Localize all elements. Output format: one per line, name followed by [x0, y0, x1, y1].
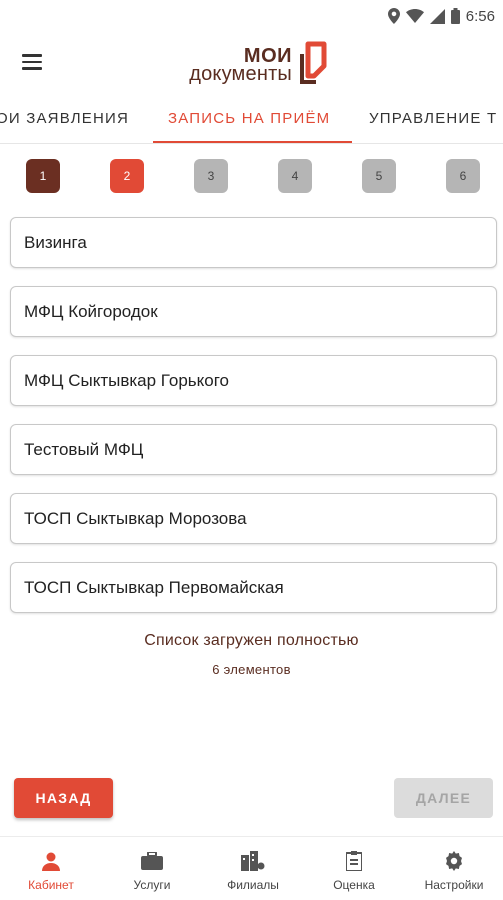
list-item[interactable]: Тестовый МФЦ — [10, 424, 497, 475]
nav-label: Кабинет — [28, 878, 74, 892]
tab-bar: ОИ ЗАЯВЛЕНИЯ ЗАПИСЬ НА ПРИЁМ УПРАВЛЕНИЕ … — [0, 94, 503, 144]
wifi-icon — [405, 9, 424, 23]
app-logo: МОИ документы — [172, 38, 342, 88]
list-status: Список загружен полностью 6 элементов — [0, 632, 503, 677]
step-5[interactable]: 5 — [362, 159, 396, 193]
buildings-icon — [241, 850, 265, 872]
list-item[interactable]: ТОСП Сыктывкар Первомайская — [10, 562, 497, 613]
logo-line2: документы — [189, 63, 292, 85]
step-3[interactable]: 3 — [194, 159, 228, 193]
list-loaded-text: Список загружен полностью — [144, 632, 359, 649]
status-bar: 6:56 — [0, 0, 503, 32]
next-button[interactable]: ДАЛЕЕ — [394, 778, 493, 818]
gear-icon — [444, 850, 464, 872]
nav-label: Настройки — [424, 878, 484, 892]
back-button[interactable]: НАЗАД — [14, 778, 113, 818]
status-time: 6:56 — [465, 7, 495, 25]
person-icon — [41, 850, 61, 872]
step-4[interactable]: 4 — [278, 159, 312, 193]
list-item[interactable]: МФЦ Койгородок — [10, 286, 497, 337]
battery-icon — [450, 8, 460, 24]
hamburger-menu-icon[interactable] — [12, 44, 52, 80]
nav-item-rating[interactable]: Оценка — [304, 837, 404, 900]
nav-item-cabinet[interactable]: Кабинет — [1, 837, 101, 900]
signal-icon — [429, 8, 445, 24]
nav-item-branches[interactable]: Филиалы — [203, 837, 303, 900]
office-list: Визинга МФЦ Койгородок МФЦ Сыктывкар Гор… — [10, 217, 497, 631]
nav-item-settings[interactable]: Настройки — [404, 837, 503, 900]
nav-label: Филиалы — [227, 878, 279, 892]
bottom-navigation: Кабинет Услуги Филиалы Оценка Настройки — [0, 836, 503, 900]
nav-item-services[interactable]: Услуги — [102, 837, 202, 900]
clipboard-icon — [346, 850, 362, 872]
nav-label: Услуги — [133, 878, 171, 892]
list-item[interactable]: ТОСП Сыктывкар Морозова — [10, 493, 497, 544]
step-1[interactable]: 1 — [26, 159, 60, 193]
step-6[interactable]: 6 — [446, 159, 480, 193]
tab-management[interactable]: УПРАВЛЕНИЕ Т — [369, 94, 497, 143]
list-count-text: 6 элементов — [212, 662, 291, 677]
step-indicator: 1 2 3 4 5 6 — [0, 159, 503, 197]
briefcase-icon — [141, 850, 163, 872]
app-bar: МОИ документы — [0, 32, 503, 94]
tab-my-applications[interactable]: ОИ ЗАЯВЛЕНИЯ — [0, 94, 129, 143]
logo-mark-icon — [300, 41, 327, 84]
step-2[interactable]: 2 — [110, 159, 144, 193]
nav-label: Оценка — [333, 878, 375, 892]
tab-appointment[interactable]: ЗАПИСЬ НА ПРИЁМ — [168, 94, 330, 143]
list-item[interactable]: МФЦ Сыктывкар Горького — [10, 355, 497, 406]
location-icon — [387, 8, 400, 24]
active-tab-indicator — [153, 141, 352, 143]
list-item[interactable]: Визинга — [10, 217, 497, 268]
